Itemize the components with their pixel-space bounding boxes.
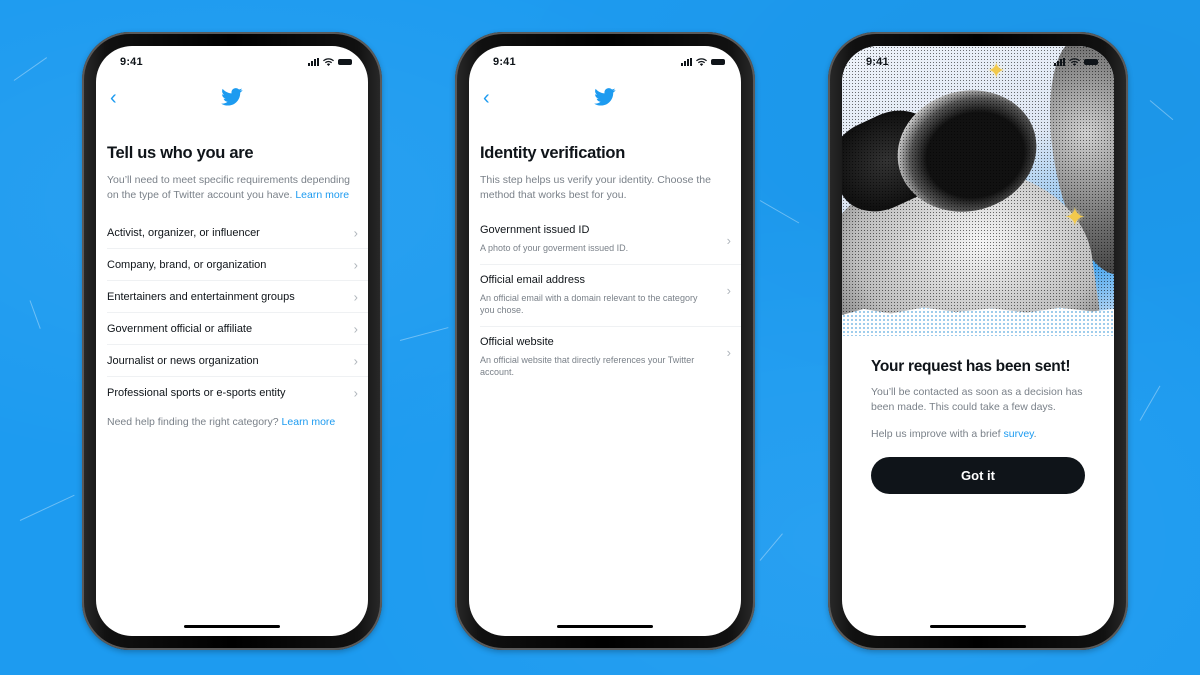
help-question: Need help finding the right category? (107, 416, 279, 428)
wifi-icon (696, 58, 707, 66)
phone-screen: ✦ ✦ 9:41 Your request has been sent! You… (842, 46, 1114, 636)
confirmation-description: You’ll be contacted as soon as a decisio… (871, 386, 1083, 413)
page-description: This step helps us verify your identity.… (480, 174, 711, 201)
category-label: Activist, organizer, or influencer (107, 226, 260, 239)
chevron-right-icon: › (353, 353, 358, 368)
phone-category-select: 9:41 ‹ Tell us who you are You’ll need t… (82, 32, 382, 650)
nav-bar: ‹ (96, 86, 368, 116)
method-subtitle: An official email with a domain relevant… (480, 292, 698, 316)
chevron-right-icon: › (726, 233, 731, 248)
category-content: Tell us who you are You’ll need to meet … (107, 144, 368, 428)
verification-content: Identity verification This step helps us… (480, 144, 741, 388)
page-description: You’ll need to meet specific requirement… (107, 173, 368, 202)
method-title: Official email address (480, 273, 585, 286)
category-label: Entertainers and entertainment groups (107, 290, 295, 303)
battery-icon (711, 59, 725, 65)
back-chevron-icon[interactable]: ‹ (110, 88, 117, 108)
help-learn-more-link[interactable]: Learn more (282, 416, 336, 428)
page-title: Tell us who you are (107, 144, 254, 162)
category-label: Professional sports or e-sports entity (107, 386, 286, 399)
category-row-entertainers[interactable]: Entertainers and entertainment groups › (107, 281, 368, 313)
method-row-official-email[interactable]: Official email address An official email… (480, 265, 741, 327)
battery-icon (1084, 59, 1098, 65)
chevron-right-icon: › (726, 282, 731, 298)
nav-bar: ‹ (469, 86, 741, 116)
scratch-mark (759, 200, 800, 224)
page-title: Identity verification (480, 144, 625, 162)
survey-prompt: Help us improve with a brief survey. (871, 428, 1085, 440)
twitter-bird-icon (594, 88, 616, 106)
home-indicator[interactable] (930, 625, 1026, 628)
phone-identity-verification: 9:41 ‹ Identity verification This step h… (455, 32, 755, 650)
category-row-sports[interactable]: Professional sports or e-sports entity › (107, 377, 368, 408)
phone-screen: 9:41 ‹ Identity verification This step h… (469, 46, 741, 636)
category-row-government[interactable]: Government official or affiliate › (107, 313, 368, 345)
scratch-mark (759, 533, 783, 561)
chevron-right-icon: › (353, 385, 358, 400)
method-row-official-website[interactable]: Official website An official website tha… (480, 327, 741, 388)
scratch-mark (399, 327, 449, 341)
scratch-mark (13, 57, 48, 81)
status-time: 9:41 (493, 56, 516, 68)
chevron-right-icon: › (353, 321, 358, 336)
category-label: Government official or affiliate (107, 322, 253, 335)
status-bar: 9:41 (469, 54, 741, 74)
survey-suffix: . (1033, 428, 1037, 440)
learn-more-link[interactable]: Learn more (295, 189, 349, 201)
category-list: Activist, organizer, or influencer › Comp… (107, 217, 368, 408)
cellular-signal-icon (1054, 58, 1065, 66)
confirmation-title: Your request has been sent! (871, 358, 1071, 375)
cellular-signal-icon (681, 58, 692, 66)
status-bar: 9:41 (842, 54, 1114, 74)
astronaut-hero-image: ✦ ✦ 9:41 (842, 46, 1114, 336)
got-it-button[interactable]: Got it (871, 457, 1085, 494)
wifi-icon (1069, 58, 1080, 66)
chevron-right-icon: › (726, 344, 731, 360)
category-row-company[interactable]: Company, brand, or organization › (107, 249, 368, 281)
scratch-mark (29, 300, 41, 329)
wifi-icon (323, 58, 334, 66)
phone-request-sent: ✦ ✦ 9:41 Your request has been sent! You… (828, 32, 1128, 650)
help-text: Need help finding the right category? Le… (107, 416, 368, 428)
scratch-mark (19, 494, 75, 521)
scratch-mark (1139, 385, 1161, 421)
method-subtitle: A photo of your goverment issued ID. (480, 243, 629, 253)
survey-text: Help us improve with a brief (871, 428, 1001, 440)
status-time: 9:41 (120, 56, 143, 68)
home-indicator[interactable] (184, 625, 280, 628)
method-title: Government issued ID (480, 224, 590, 236)
survey-link[interactable]: survey (1003, 428, 1033, 440)
method-row-government-id[interactable]: Government issued ID A photo of your gov… (480, 215, 741, 265)
chevron-right-icon: › (353, 289, 358, 304)
verification-method-list: Government issued ID A photo of your gov… (480, 215, 741, 388)
twitter-bird-icon (221, 88, 243, 106)
method-title: Official website (480, 335, 554, 348)
phone-screen: 9:41 ‹ Tell us who you are You’ll need t… (96, 46, 368, 636)
category-row-activist[interactable]: Activist, organizer, or influencer › (107, 217, 368, 249)
chevron-right-icon: › (353, 257, 358, 272)
halftone-overlay (842, 46, 1114, 336)
home-indicator[interactable] (557, 625, 653, 628)
chevron-right-icon: › (353, 225, 358, 240)
method-subtitle: An official website that directly refere… (480, 354, 695, 378)
scratch-mark (1149, 100, 1174, 121)
status-time: 9:41 (866, 56, 889, 68)
category-label: Company, brand, or organization (107, 258, 267, 271)
battery-icon (338, 59, 352, 65)
back-chevron-icon[interactable]: ‹ (483, 88, 490, 108)
cellular-signal-icon (308, 58, 319, 66)
category-row-journalist[interactable]: Journalist or news organization › (107, 345, 368, 377)
status-bar: 9:41 (96, 54, 368, 74)
category-label: Journalist or news organization (107, 354, 259, 367)
confirmation-content: Your request has been sent! You’ll be co… (871, 358, 1085, 494)
sparkle-icon: ✦ (1064, 202, 1086, 232)
